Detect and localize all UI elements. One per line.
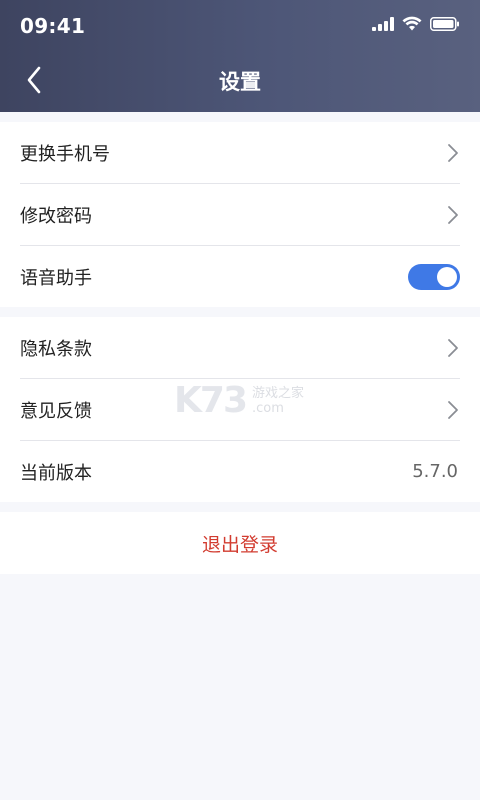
chevron-right-icon	[446, 204, 460, 226]
row-label: 当前版本	[20, 462, 92, 484]
row-change-phone[interactable]: 更换手机号	[20, 122, 460, 184]
toggle-knob	[437, 266, 457, 287]
row-privacy-terms[interactable]: 隐私条款	[20, 317, 460, 379]
row-label: 更换手机号	[20, 143, 110, 165]
settings-group-account: 更换手机号 修改密码 语音助手	[0, 122, 480, 307]
row-label: 意见反馈	[20, 400, 92, 422]
nav-bar: 设置	[0, 56, 480, 104]
row-change-password[interactable]: 修改密码	[20, 184, 460, 246]
status-bar: 09:41	[0, 0, 480, 56]
row-feedback[interactable]: 意见反馈	[20, 379, 460, 441]
voice-assistant-toggle[interactable]	[408, 263, 460, 290]
chevron-right-icon	[446, 337, 460, 359]
row-label: 语音助手	[20, 267, 92, 289]
status-time: 09:41	[20, 14, 86, 38]
page-title: 设置	[219, 70, 261, 94]
logout-button[interactable]: 退出登录	[196, 529, 284, 558]
header: 09:41 设置	[0, 0, 480, 112]
chevron-right-icon	[446, 142, 460, 164]
settings-group-about: 隐私条款 意见反馈 当前版本 5.7.0	[0, 317, 480, 502]
row-label: 隐私条款	[20, 338, 92, 360]
row-voice-assistant: 语音助手	[20, 246, 460, 307]
chevron-right-icon	[446, 399, 460, 421]
row-label: 修改密码	[20, 205, 92, 227]
row-current-version: 当前版本 5.7.0	[20, 441, 460, 502]
battery-icon	[430, 16, 460, 35]
signal-bars-icon	[372, 16, 394, 35]
status-icons	[372, 16, 460, 35]
settings-content: 更换手机号 修改密码 语音助手 隐私条款 意见反馈 当前版本 5.7.0 退出登…	[0, 122, 480, 574]
version-value: 5.7.0	[412, 461, 458, 482]
wifi-icon	[402, 16, 422, 35]
logout-section: 退出登录	[0, 512, 480, 574]
